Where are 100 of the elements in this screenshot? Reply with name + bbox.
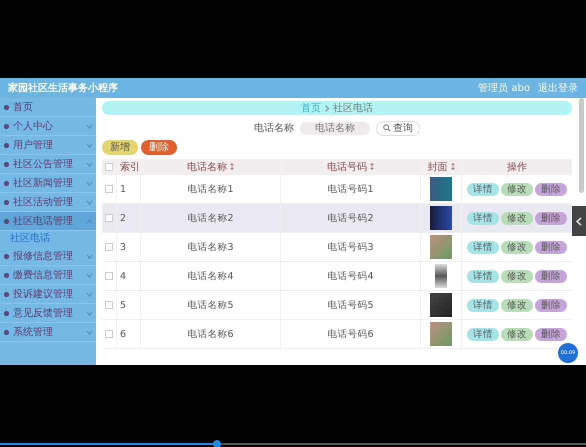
table-cell: 电话号码2 [327,212,374,224]
checkbox[interactable] [105,301,113,309]
dot-icon [3,160,10,168]
table-cell: 1 [120,184,126,194]
chevron-icon [86,160,93,168]
column-header[interactable]: 电话号码 [327,160,367,174]
table-row[interactable]: 5 电话名称5 电话号码5 详情 修改 删除 [102,291,572,320]
column-header: 操作 [507,160,527,174]
dot-icon [3,310,10,316]
photo-placeholder [430,293,452,317]
checkbox[interactable] [105,272,113,280]
detail-button[interactable]: 详情 [467,270,499,282]
chevron-right-icon [325,104,329,112]
table-cell: 电话名称2 [187,212,234,224]
table-row[interactable]: 1 电话名称1 电话号码1 详情 修改 删除 [102,175,572,204]
chevron-icon [86,272,93,278]
chevron-icon [86,122,93,130]
menu-item[interactable]: 社区新闻管理 [0,174,96,193]
menu-item[interactable]: 意见反馈管理 [0,304,96,323]
table-row[interactable]: 4 电话名称4 电话号码4 详情 修改 删除 [102,262,572,291]
photo-placeholder [430,235,452,259]
detail-button[interactable]: 详情 [467,328,499,340]
dot-icon [3,198,10,206]
delete-button[interactable]: 删除 [535,212,567,224]
table-row[interactable]: 3 电话名称3 电话号码3 详情 修改 删除 [102,233,572,262]
checkbox[interactable] [105,330,113,338]
menu-item[interactable]: 社区电话管理 [0,212,96,231]
progress-handle[interactable] [212,440,221,447]
checkbox[interactable] [105,185,113,193]
user-label: 管理员 abo [478,82,530,95]
photo-placeholder [430,206,452,230]
checkbox[interactable] [105,162,113,170]
sort-icon[interactable] [450,163,454,170]
dot-icon [3,252,10,260]
column-header[interactable]: 电话名称 [187,160,227,174]
detail-button[interactable]: 详情 [467,212,499,224]
delete-button[interactable]: 删除 [535,270,567,282]
add-button[interactable]: 新增 [102,140,138,154]
dot-icon [3,142,10,148]
table-cell: 电话号码3 [327,240,374,254]
edit-button[interactable]: 修改 [501,240,533,254]
table-cell: 电话名称1 [187,182,234,196]
edit-button[interactable]: 修改 [501,270,533,282]
table-cell: 电话名称6 [187,328,234,340]
table-cell: 电话号码5 [327,298,374,312]
table-row[interactable]: 2 电话名称2 电话号码2 详情 修改 删除 [102,204,572,233]
table-cell: 5 [120,300,126,310]
edit-button[interactable]: 修改 [501,328,533,340]
chevron-icon [86,290,93,298]
chevron-icon [86,252,93,260]
search-field[interactable]: 电话名称 [300,122,370,134]
table-cell: 电话名称4 [187,270,234,282]
table-cell: 4 [120,270,126,282]
sort-icon[interactable] [230,163,234,170]
column-header[interactable]: 封面 [428,160,448,174]
edit-button[interactable]: 修改 [501,212,533,224]
delete-button[interactable]: 删除 [535,182,567,196]
dot-icon [3,272,10,278]
photo-placeholder [435,264,447,288]
breadcrumb-link[interactable]: 社区电话 [333,101,373,115]
checkbox[interactable] [105,214,113,222]
menu-item[interactable]: 报修信息管理 [0,247,96,266]
photo-placeholder [430,322,452,346]
delete-button[interactable]: 删除 [535,298,567,312]
table-cell: 电话号码4 [327,270,374,282]
table-cell: 电话号码1 [327,182,374,196]
detail-button[interactable]: 详情 [467,182,499,196]
detail-button[interactable]: 详情 [467,240,499,254]
sort-icon[interactable] [370,163,374,170]
table-cell: 电话名称3 [187,240,234,254]
delete-button[interactable]: 删除 [535,240,567,254]
table-cell: 6 [120,328,126,340]
delete-button[interactable]: 删除 [535,328,567,340]
dot-icon [3,104,10,110]
collapse-tab[interactable] [572,206,586,236]
menu-item[interactable]: 社区公告管理 [0,155,96,174]
table-cell: 3 [120,242,126,252]
menu-item[interactable]: 缴费信息管理 [0,266,96,285]
photo-placeholder [430,177,452,201]
dot-icon [3,218,10,224]
menu-item[interactable]: 个人中心 [0,117,96,136]
app-title: 家园社区生活事务小程序 [8,81,119,95]
edit-button[interactable]: 修改 [501,182,533,196]
menu-item[interactable]: 首页 [0,98,96,117]
chevron-icon [86,218,93,224]
chevron-left-icon [576,216,582,226]
delete-button[interactable]: 删除 [141,140,177,154]
edit-button[interactable]: 修改 [501,298,533,312]
checkbox[interactable] [105,243,113,251]
dot-icon [3,328,10,336]
search-button[interactable]: 查询 [376,120,420,136]
dot-icon [3,180,10,186]
table-cell: 2 [120,212,126,224]
menu-item[interactable]: 用户管理 [0,136,96,155]
dot-icon [3,122,10,130]
table-cell: 电话号码6 [327,328,374,340]
detail-button[interactable]: 详情 [467,298,499,312]
menu-item[interactable]: 系统管理 [0,323,96,342]
scrollbar[interactable] [579,98,584,193]
menu-item[interactable]: 投诉建议管理 [0,285,96,304]
